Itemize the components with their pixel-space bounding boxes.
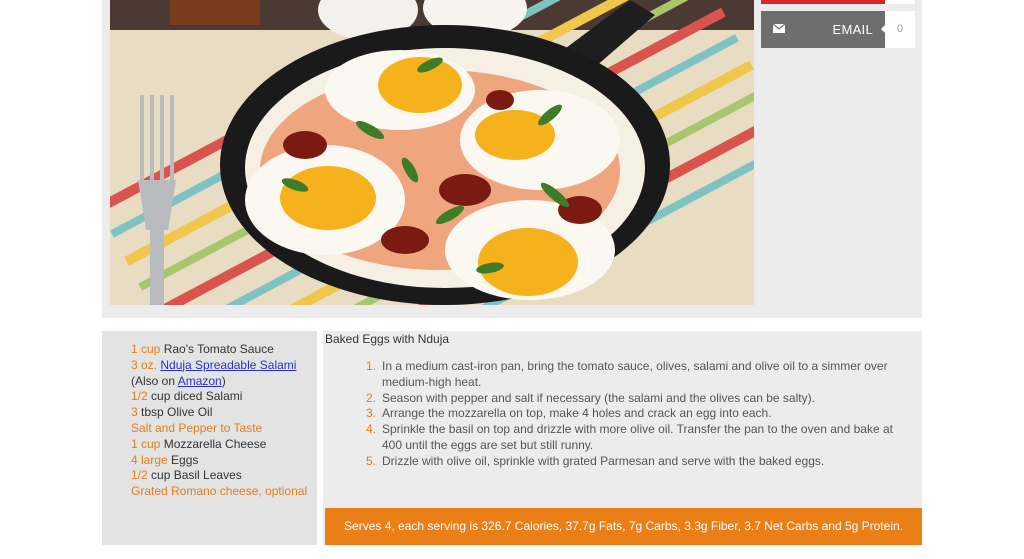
ingredient-item: (Also on Amazon) bbox=[131, 374, 317, 390]
step-text: In a medium cast-iron pan, bring the tom… bbox=[382, 359, 888, 389]
step-text: Drizzle with olive oil, sprinkle with gr… bbox=[382, 453, 825, 468]
ingredient-name: Rao's Tomato Sauce bbox=[160, 342, 274, 356]
step-item: 2. Season with pepper and salt if necessa… bbox=[366, 390, 905, 407]
share-bar-red[interactable] bbox=[761, 0, 885, 4]
ingredient-item: 4 large Eggs bbox=[131, 453, 317, 469]
ingredient-item: Grated Romano cheese, optional bbox=[131, 484, 317, 500]
ingredient-item: Salt and Pepper to Taste bbox=[131, 421, 317, 437]
email-share-button[interactable]: EMAIL bbox=[761, 11, 885, 48]
ingredient-amount: 1 cup bbox=[131, 342, 161, 356]
ingredient-amount: 1/2 bbox=[131, 468, 148, 483]
recipe-title: Baked Eggs with Nduja bbox=[325, 332, 450, 346]
ingredient-name: tbsp Olive Oil bbox=[137, 405, 213, 420]
step-number: 5. bbox=[366, 453, 377, 468]
ingredient-item: 1 cup Mozzarella Cheese bbox=[131, 437, 317, 453]
ingredient-amount: 3 bbox=[131, 405, 138, 420]
steps-list: 1. In a medium cast-iron pan, bring the t… bbox=[366, 359, 905, 470]
step-number: 1. bbox=[366, 359, 377, 373]
step-text: Arrange the mozzarella on top, make 4 ho… bbox=[382, 406, 772, 421]
envelope-icon bbox=[773, 24, 785, 33]
ingredient-amount: 4 large bbox=[131, 452, 168, 467]
step-item: 4. Sprinkle the basil on top and drizzle … bbox=[366, 422, 905, 454]
ingredient-amount: 1/2 bbox=[131, 389, 148, 404]
step-item: 3. Arrange the mozzarella on top, make 4 … bbox=[366, 406, 905, 422]
ingredient-amount: 3 oz. bbox=[131, 357, 158, 372]
ingredient-name: cup Basil Leaves bbox=[147, 468, 242, 483]
ingredients-panel: 1 cup Rao's Tomato Sauce 3 oz. Nduja Spr… bbox=[102, 331, 317, 545]
email-share-count: 0 bbox=[881, 11, 915, 48]
email-label: EMAIL bbox=[832, 22, 873, 37]
ingredient-name: Eggs bbox=[167, 452, 199, 467]
ingredient-amount: 1 cup bbox=[131, 436, 161, 451]
share-count-red bbox=[885, 0, 915, 4]
amazon-link[interactable]: Amazon bbox=[178, 374, 222, 388]
ingredient-item: 3 oz. Nduja Spreadable Salami bbox=[131, 358, 317, 374]
step-item: 1. In a medium cast-iron pan, bring the t… bbox=[366, 359, 905, 391]
step-number: 4. bbox=[366, 422, 377, 437]
ingredient-name: cup diced Salami bbox=[147, 389, 243, 404]
step-item: 5. Drizzle with olive oil, sprinkle with … bbox=[366, 453, 905, 470]
ingredient-item: 3 tbsp Olive Oil bbox=[131, 405, 317, 421]
step-number: 2. bbox=[366, 390, 377, 405]
ingredient-item: 1 cup Rao's Tomato Sauce bbox=[131, 342, 317, 358]
ingredient-note: (Also on bbox=[131, 373, 178, 388]
ingredients-list: 1 cup Rao's Tomato Sauce 3 oz. Nduja Spr… bbox=[131, 342, 317, 500]
ingredient-name: Mozzarella Cheese bbox=[160, 436, 267, 451]
nduja-link[interactable]: Nduja Spreadable Salami bbox=[160, 358, 296, 372]
step-number: 3. bbox=[366, 406, 377, 421]
nutrition-banner: Serves 4, each serving is 326.7 Calories… bbox=[325, 508, 922, 545]
ingredient-item: 1/2 cup diced Salami bbox=[131, 389, 317, 405]
ingredient-item: 1/2 cup Basil Leaves bbox=[131, 468, 317, 484]
ingredient-note-end: ) bbox=[221, 373, 226, 388]
ingredient-name: Grated Romano cheese, optional bbox=[131, 484, 308, 499]
ingredient-name: Salt and Pepper to Taste bbox=[131, 420, 263, 435]
step-text: Season with pepper and salt if necessary… bbox=[382, 390, 815, 405]
step-text: Sprinkle the basil on top and drizzle wi… bbox=[382, 422, 893, 452]
recipe-photo bbox=[110, 0, 754, 305]
